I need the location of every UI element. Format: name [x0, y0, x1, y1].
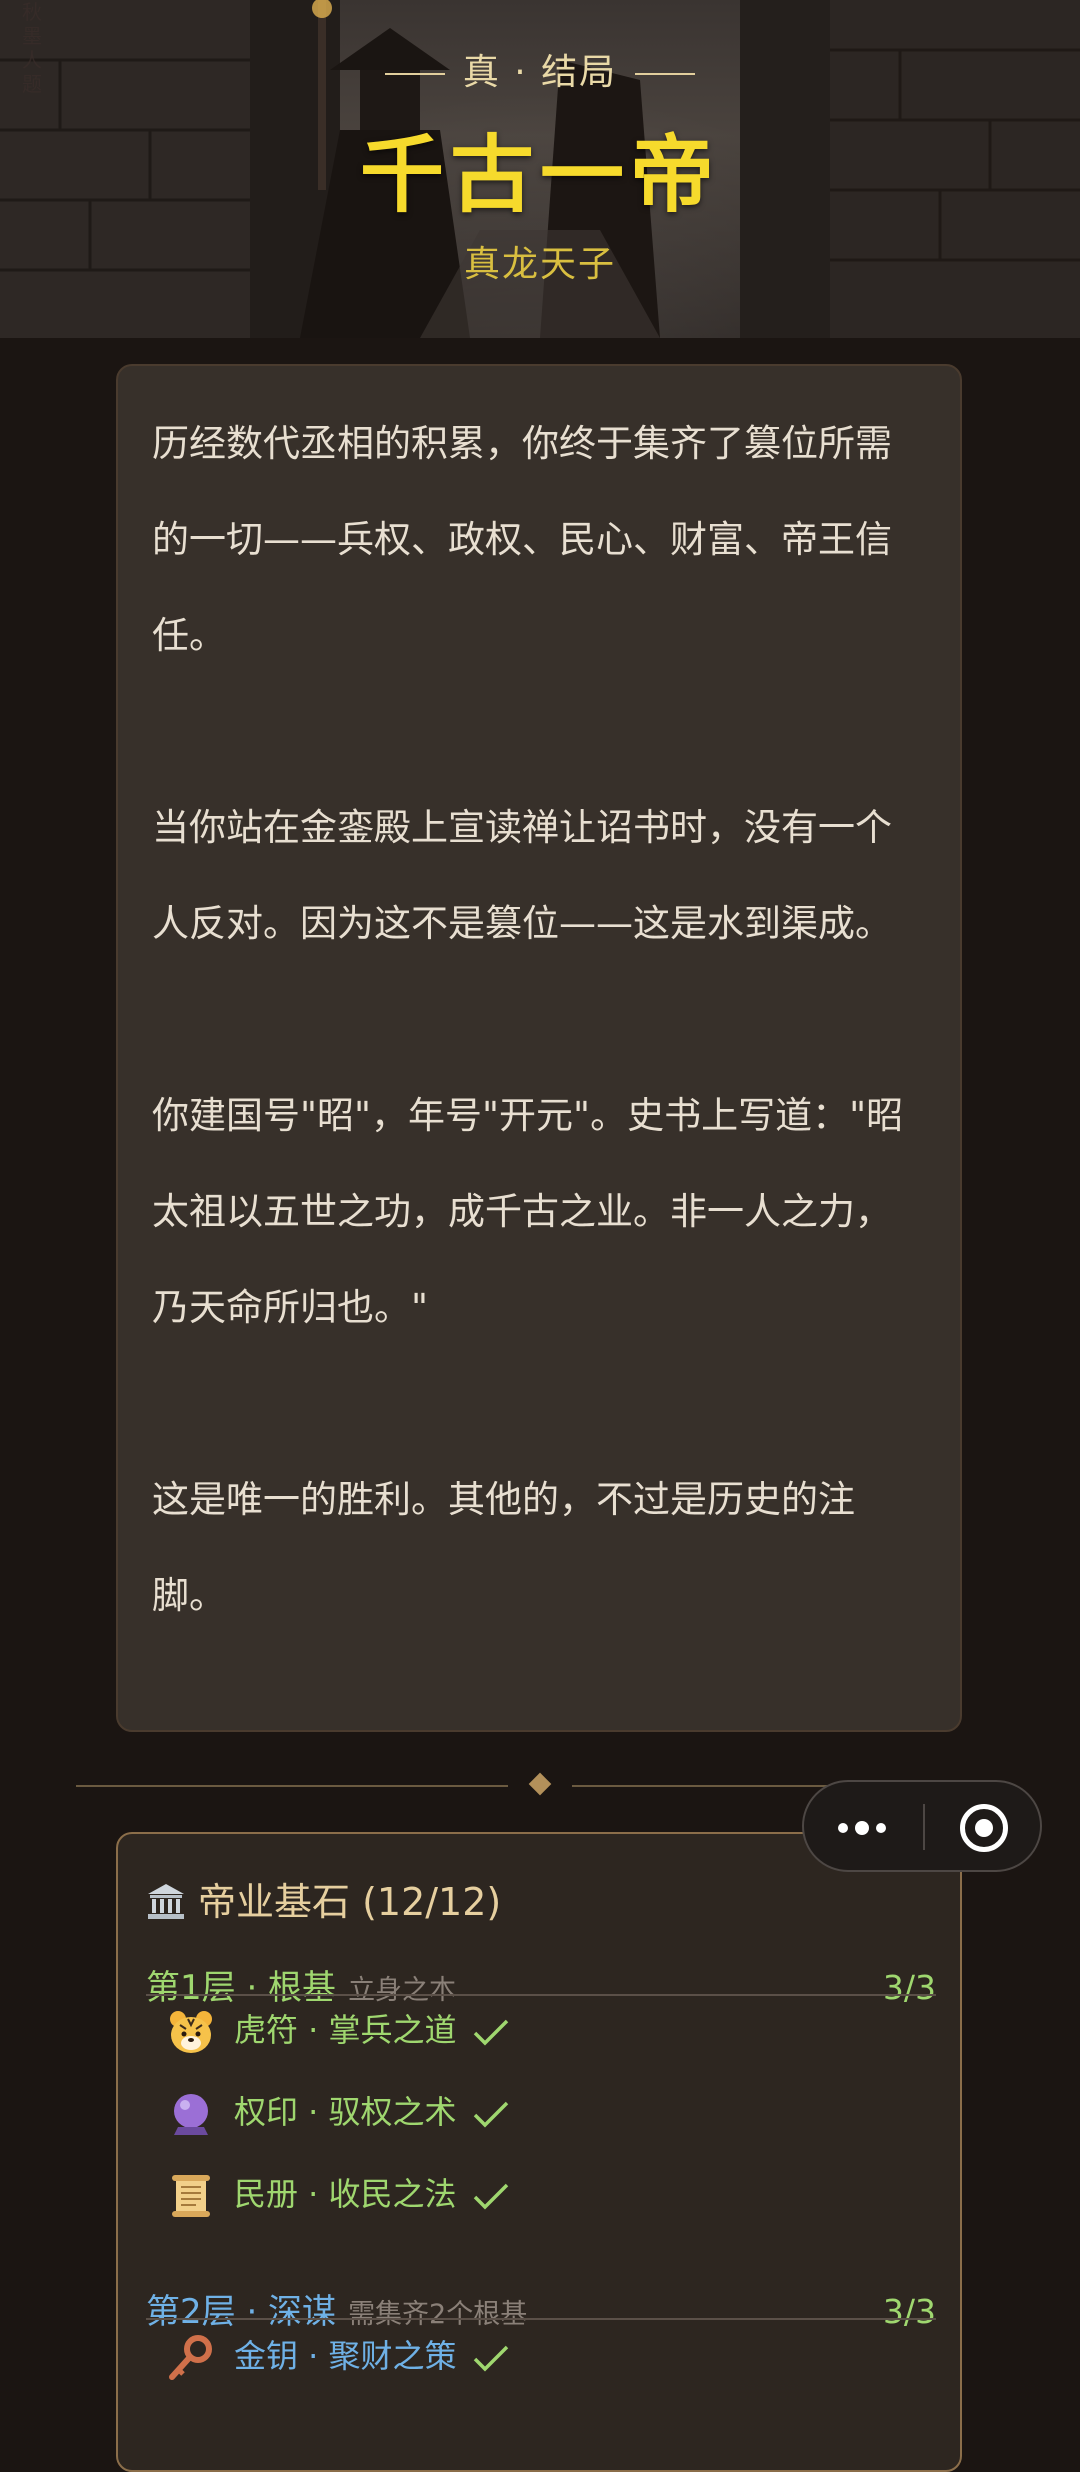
story-card: 历经数代丞相的积累，你终于集齐了篡位所需的一切——兵权、政权、民心、财富、帝王信…	[116, 364, 962, 1732]
item-label: 民册 · 收民之法	[234, 2175, 457, 2213]
imperial-foundation-panel: 帝业基石 (12/12) 第1层 · 根基 立身之本 3/3 虎符 · 掌兵之道 …	[116, 1832, 962, 2472]
crystal-ball-icon	[174, 2094, 208, 2135]
item-label: 虎符 · 掌兵之道	[234, 2011, 457, 2049]
panel-header: 帝业基石 (12/12)	[146, 1874, 501, 1930]
story-paragraph: 历经数代丞相的积累，你终于集齐了篡位所需的一切——兵权、政权、民心、财富、帝王信…	[152, 422, 892, 657]
story-paragraph: 这是唯一的胜利。其他的，不过是历史的注脚。	[152, 1478, 855, 1617]
classical-building-icon	[148, 1884, 184, 1919]
label-rule-right	[635, 73, 696, 75]
item-label: 金钥 · 聚财之策	[234, 2337, 457, 2375]
list-item: 民册 · 收民之法	[166, 2162, 511, 2226]
ending-title: 千古一帝	[359, 126, 720, 224]
panel-title: 帝业基石 (12/12)	[198, 1880, 502, 1924]
ending-hero-banner: 秋墨人题 真 · 结局 千古一帝 真龙天子	[0, 0, 1080, 338]
checkmark-icon	[473, 2101, 508, 2128]
ending-subtitle: 真龙天子	[463, 244, 616, 285]
list-item: 金钥 · 聚财之策	[166, 2324, 511, 2388]
old-key-icon	[169, 2335, 212, 2380]
checkmark-icon	[473, 2183, 508, 2210]
target-circle-icon[interactable]	[924, 1782, 1040, 1870]
checkmark-icon	[473, 2345, 508, 2372]
label-rule-left	[384, 73, 445, 75]
miniprogram-capsule	[802, 1780, 1042, 1872]
story-paragraph: 你建国号"昭"，年号"开元"。史书上写道："昭太祖以五世之功，成千古之业。非一人…	[152, 1094, 904, 1329]
tiger-face-icon	[170, 2011, 212, 2053]
checkmark-icon	[473, 2019, 508, 2046]
scroll-icon	[172, 2175, 210, 2217]
tier-count: 3/3	[882, 2292, 936, 2331]
diamond-icon	[528, 1772, 552, 1796]
story-paragraph: 当你站在金銮殿上宣读禅让诏书时，没有一个人反对。因为这不是篡位——这是水到渠成。	[152, 806, 892, 945]
item-label: 权印 · 驭权之术	[234, 2093, 457, 2131]
list-item: 权印 · 驭权之术	[166, 2080, 511, 2144]
ending-type-label: 真 · 结局	[0, 48, 1080, 98]
ending-type-text: 真 · 结局	[462, 52, 618, 93]
more-dots-icon[interactable]	[804, 1782, 924, 1870]
tier-count: 3/3	[882, 1968, 936, 2007]
list-item: 虎符 · 掌兵之道	[166, 1998, 511, 2062]
